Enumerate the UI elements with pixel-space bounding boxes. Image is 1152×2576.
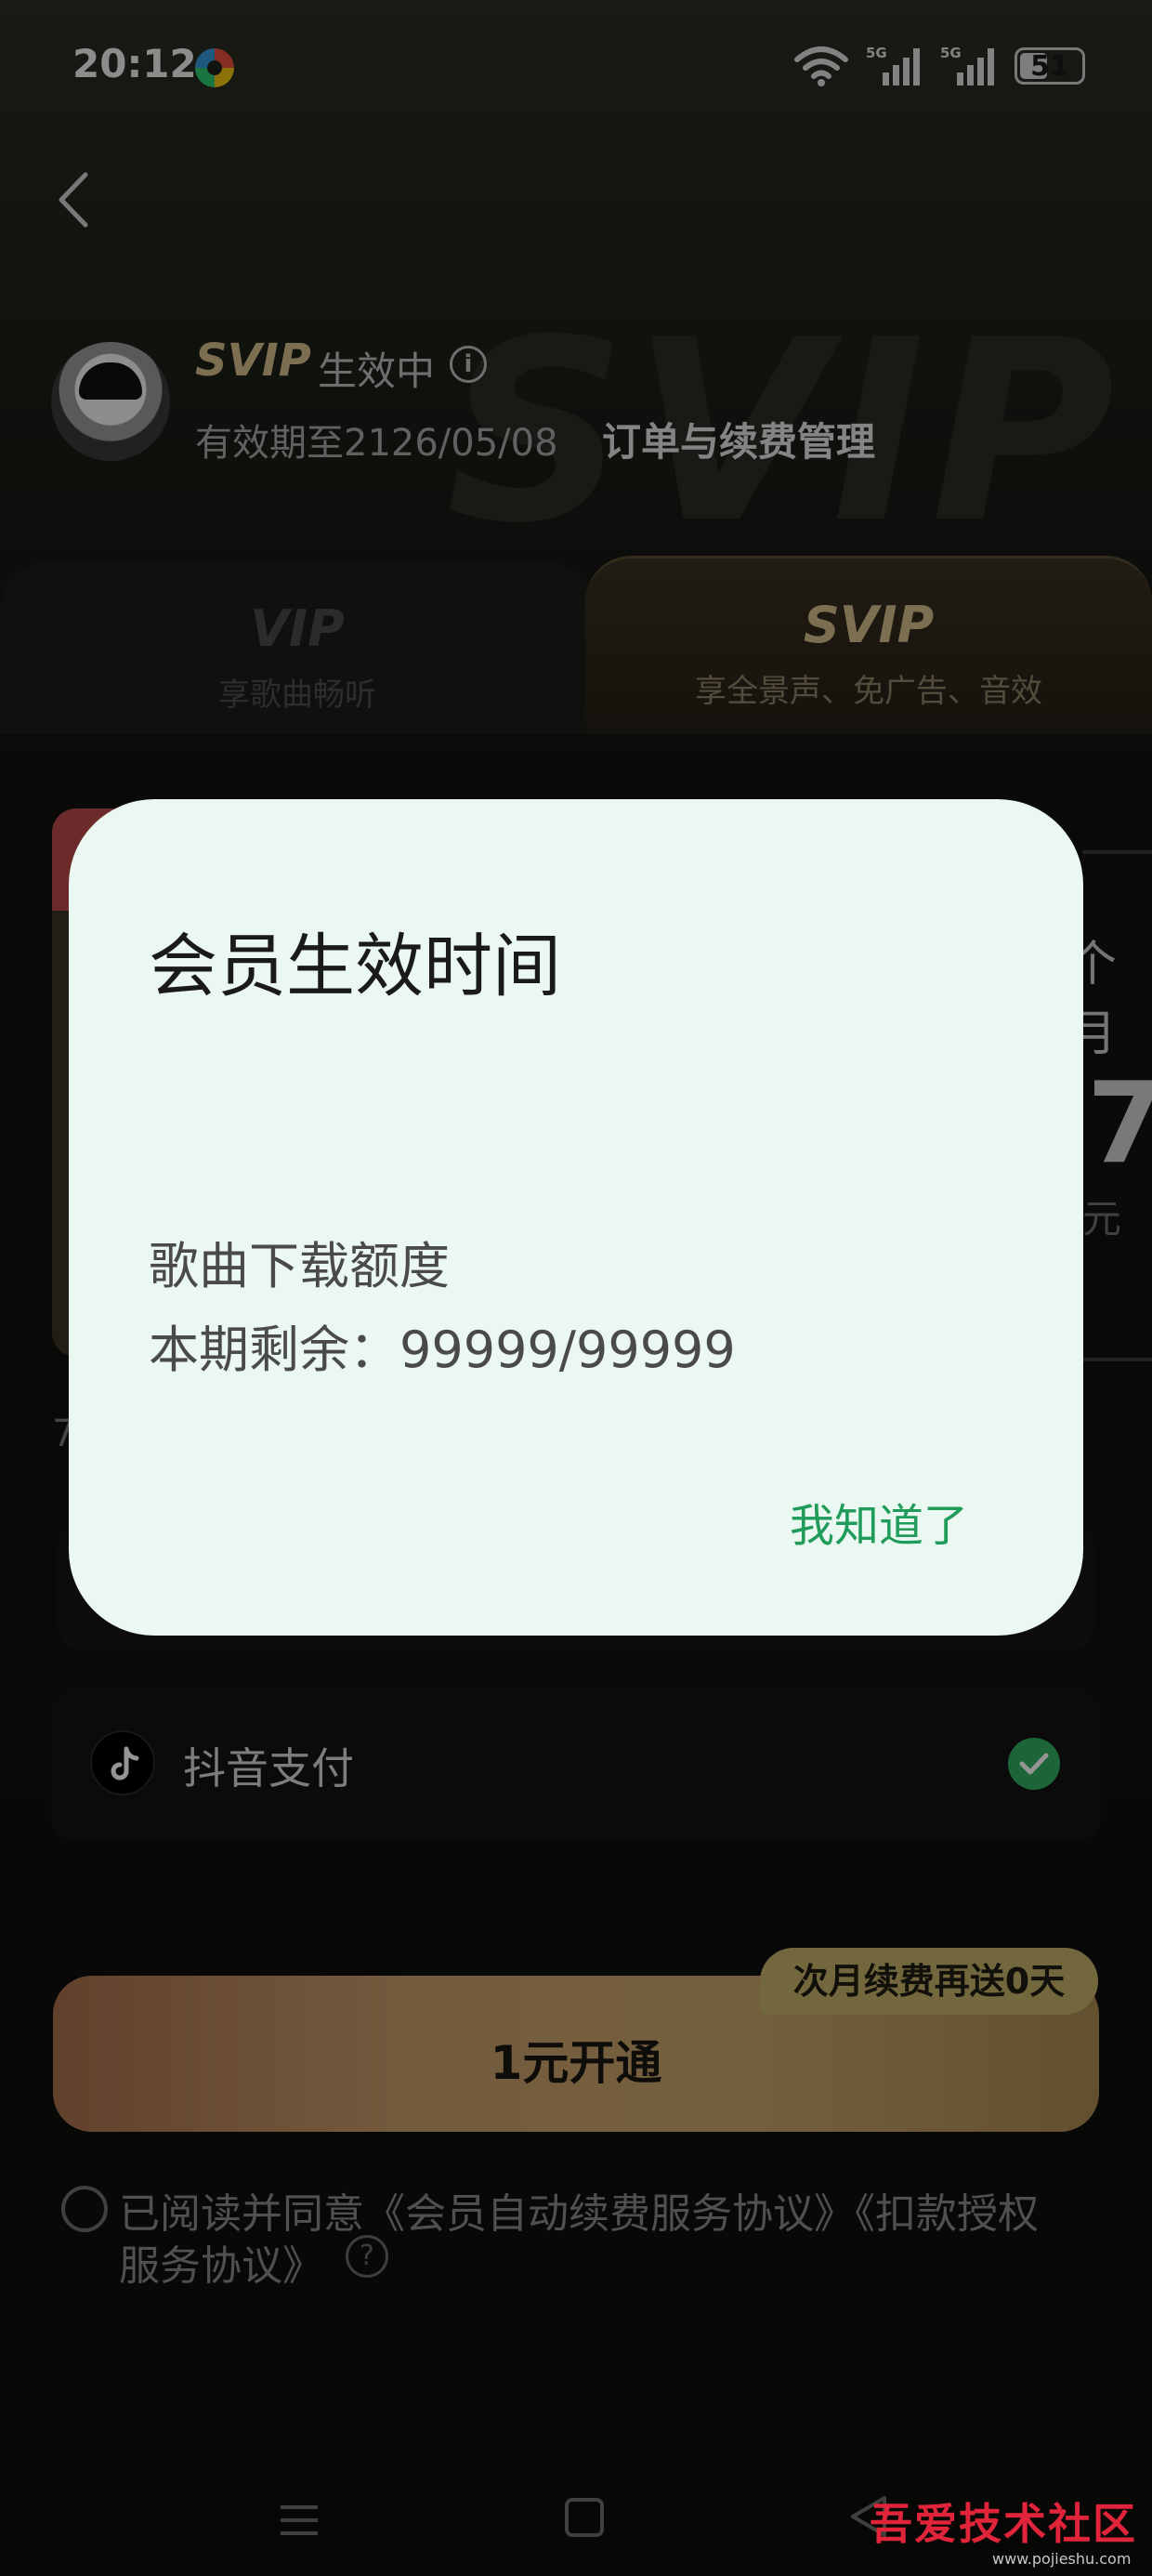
dialog-title: 会员生效时间 (149, 927, 561, 1006)
dialog-remaining-quota: 本期剩余：99999/99999 (149, 1321, 736, 1379)
site-watermark-logo: 吾爱技术社区 (870, 2499, 1137, 2549)
site-watermark-url: www.pojieshu.com (992, 2550, 1132, 2568)
dialog-download-quota-label: 歌曲下载额度 (149, 1237, 450, 1295)
dialog-confirm-button[interactable]: 我知道了 (790, 1489, 968, 1554)
membership-dialog: 会员生效时间 歌曲下载额度 本期剩余：99999/99999 我知道了 (69, 799, 1083, 1636)
